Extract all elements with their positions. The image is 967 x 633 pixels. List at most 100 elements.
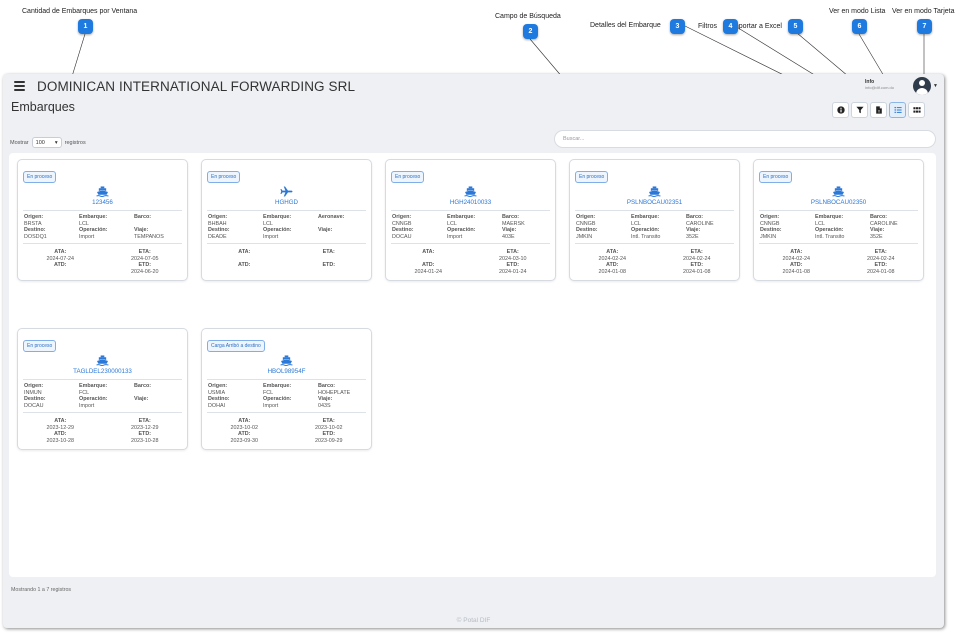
callout-badge-6: 6: [852, 19, 867, 34]
destination-value: DOCAU: [24, 402, 44, 409]
shipment-card[interactable]: En proceso PSLNBOCAU02351 Origen: Embarque:…: [569, 159, 740, 281]
status-badge: En proceso: [23, 171, 57, 183]
shipment-dates: ATA: ETA: 2024-02-24 2024-02-24 ATD: ETD: 2024…: [754, 244, 923, 280]
status-badge: En proceso: [207, 171, 241, 183]
shipment-card[interactable]: En proceso TAGLDEL230000133 Origen: Embarqu…: [17, 328, 188, 450]
etd-label: ETD:: [138, 262, 152, 269]
ata-label: ATA:: [790, 249, 803, 255]
ata-value: [386, 256, 471, 263]
ata-value: 2024-02-24: [782, 255, 811, 262]
shipment-fields: Origen: Embarque: Barco: INMUN FCL Destino: Op…: [18, 380, 187, 409]
list-view-button[interactable]: [889, 102, 906, 118]
voyage-value: 352E: [686, 233, 699, 240]
filter-button[interactable]: [851, 102, 868, 118]
search-input[interactable]: Buscar...: [554, 130, 936, 148]
operation-value: Intl. Transito: [631, 233, 661, 240]
ship-icon: [464, 186, 477, 197]
app-window: DOMINICAN INTERNATIONAL FORWARDING SRL I…: [3, 74, 944, 628]
excel-file-icon: X: [875, 106, 882, 114]
shipment-card[interactable]: Carga Arribó a destino HBOL98954F Origen: E…: [201, 328, 372, 450]
shipment-fields: Origen: Embarque: Barco: USMIA FCL HOHEPLATE D…: [202, 380, 371, 409]
voyage-value: TEMPANOS: [134, 233, 164, 240]
shipment-id-link[interactable]: PSLNBOCAU02351: [570, 199, 739, 207]
chevron-down-icon[interactable]: ▼: [933, 83, 938, 89]
voyage-value: 043S: [318, 402, 331, 409]
callout-badge-1: 1: [78, 19, 93, 34]
page-title: Embarques: [11, 100, 75, 114]
ata-label: ATA:: [606, 249, 619, 255]
company-name: DOMINICAN INTERNATIONAL FORWARDING SRL: [37, 79, 356, 94]
etd-value: 2024-06-20: [130, 269, 159, 276]
shipment-id-link[interactable]: TAGLDEL230000133: [18, 368, 187, 376]
shipment-card[interactable]: En proceso PSLNBOCAU02350 Origen: Embarque:…: [753, 159, 924, 281]
user-avatar-icon[interactable]: [913, 77, 931, 95]
filter-icon: [855, 106, 864, 114]
etd-value: 2024-01-08: [866, 269, 895, 276]
shipment-dates: ATA: ETA: ATD: ETD:: [202, 244, 371, 280]
shipment-fields: Origen: Embarque: Barco: CNNGB LCL CAROLINE De…: [570, 211, 739, 240]
atd-value: 2024-01-08: [782, 269, 811, 276]
shipment-dates: ATA: ETA: 2024-03-10 ATD: ETD: 2024-01-24 2024…: [386, 244, 555, 280]
shipment-card[interactable]: En proceso 123456 Origen: Embarque: Barco: BR…: [17, 159, 188, 281]
card-view-button[interactable]: [908, 102, 925, 118]
eta-label: ETA:: [138, 249, 151, 255]
ship-icon: [648, 186, 661, 197]
ata-value: 2024-02-24: [598, 255, 627, 262]
shipment-id-link[interactable]: HGHGD: [202, 199, 371, 207]
atd-label: ATD:: [606, 262, 619, 269]
atd-value: 2023-10-28: [46, 438, 75, 445]
hamburger-menu-icon[interactable]: [14, 81, 25, 91]
shipment-dates: ATA: ETA: 2023-12-29 2023-12-29 ATD: ETD: 2023…: [18, 413, 187, 449]
details-button[interactable]: [832, 102, 849, 118]
screenshot-root: Cantidad de Embarques por Ventana Campo …: [0, 0, 967, 633]
callout-label-excel: Importar a Excel: [731, 23, 782, 30]
user-info: Info info@dif.com.do: [865, 80, 894, 90]
atd-label: ATD:: [790, 262, 803, 269]
ata-value: 2023-10-02: [230, 424, 259, 431]
eta-label: ETA:: [138, 418, 151, 424]
shipment-card[interactable]: En proceso HGH24010033 Origen: Embarque: Bar…: [385, 159, 556, 281]
shipment-card[interactable]: En proceso HGHGD Origen: Embarque: Aeronave:…: [201, 159, 372, 281]
ata-value: [202, 256, 287, 263]
eta-value: 2023-10-02: [314, 424, 343, 431]
status-badge: En proceso: [391, 171, 425, 183]
operation-value: Import: [263, 233, 279, 240]
eta-value: 2024-03-10: [498, 255, 527, 262]
shipment-id-link[interactable]: 123456: [18, 199, 187, 207]
ata-label: ATA:: [238, 249, 251, 255]
eta-value: 2024-07-05: [130, 255, 159, 262]
atd-label: ATD:: [54, 262, 67, 269]
operation-value: Import: [79, 233, 95, 240]
export-excel-button[interactable]: X: [870, 102, 887, 118]
destination-value: DEADE: [208, 233, 227, 240]
eta-value: 2024-02-24: [682, 255, 711, 262]
show-suffix: registros: [64, 139, 86, 146]
ship-icon: [280, 355, 293, 366]
grid-view-icon: [912, 107, 921, 113]
ata-label: ATA:: [54, 418, 67, 424]
show-prefix: Mostrar: [10, 139, 29, 146]
shipment-id-link[interactable]: HGH24010033: [386, 199, 555, 207]
user-email: info@dif.com.do: [865, 85, 894, 90]
shipment-dates: ATA: ETA: 2024-07-24 2024-07-05 ATD: ETD: 2024…: [18, 244, 187, 280]
eta-label: ETA:: [322, 418, 335, 424]
shipment-id-link[interactable]: PSLNBOCAU02350: [754, 199, 923, 207]
shipment-fields: Origen: Embarque: Barco: BRSTA LCL Destino: Op…: [18, 211, 187, 240]
ata-label: ATA:: [238, 418, 251, 424]
shipment-id-link[interactable]: HBOL98954F: [202, 368, 371, 376]
atd-value: 2024-01-08: [598, 269, 627, 276]
atd-label: ATD:: [54, 431, 67, 438]
eta-label: ETA:: [506, 249, 519, 255]
voyage-value: 352E: [870, 233, 883, 240]
etd-value: 2024-01-24: [498, 269, 527, 276]
page-size-select[interactable]: 100 ▾: [31, 137, 62, 148]
shipment-fields: Origen: Embarque: Aeronave: BHBAH LCL Destino…: [202, 211, 371, 240]
callout-label-details: Detalles del Embarque: [590, 22, 661, 29]
status-badge: En proceso: [575, 171, 609, 183]
status-badge: Carga Arribó a destino: [207, 340, 265, 352]
destination-value: JMKIN: [760, 233, 777, 240]
cards-panel: En proceso 123456 Origen: Embarque: Barco: BR…: [9, 153, 936, 577]
ata-value: 2023-12-29: [46, 424, 75, 431]
info-circle-icon: [836, 106, 845, 114]
eta-value: [287, 256, 372, 263]
